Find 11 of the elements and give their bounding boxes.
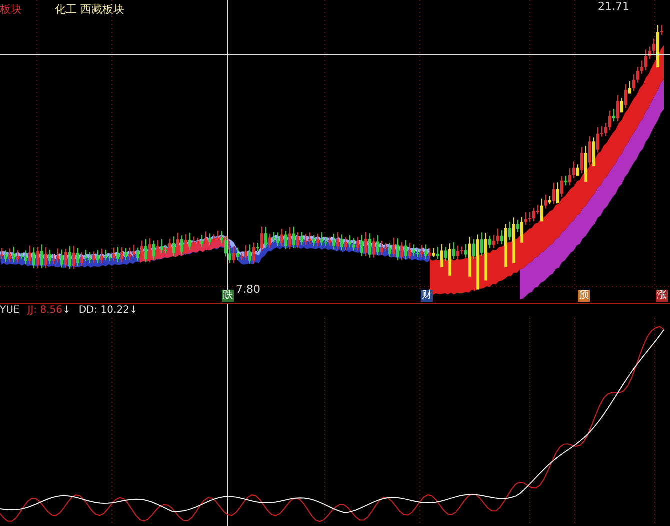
sector-names: 化工 西藏板块 [55, 2, 124, 17]
indicator-name: YUE [0, 305, 20, 316]
low-price-label: 7.80 [236, 283, 260, 296]
event-marker: 预 [578, 290, 590, 302]
high-price-label: 21.71 [598, 0, 630, 13]
indicator-value: DD: 10.22↓ [78, 305, 138, 316]
sector-label: 板块 [0, 2, 22, 17]
event-marker: 跌 [222, 290, 234, 302]
event-marker: 财 [421, 290, 433, 302]
event-marker: 涨 [656, 290, 668, 302]
indicator-value: JJ: 8.56↓ [28, 305, 71, 316]
